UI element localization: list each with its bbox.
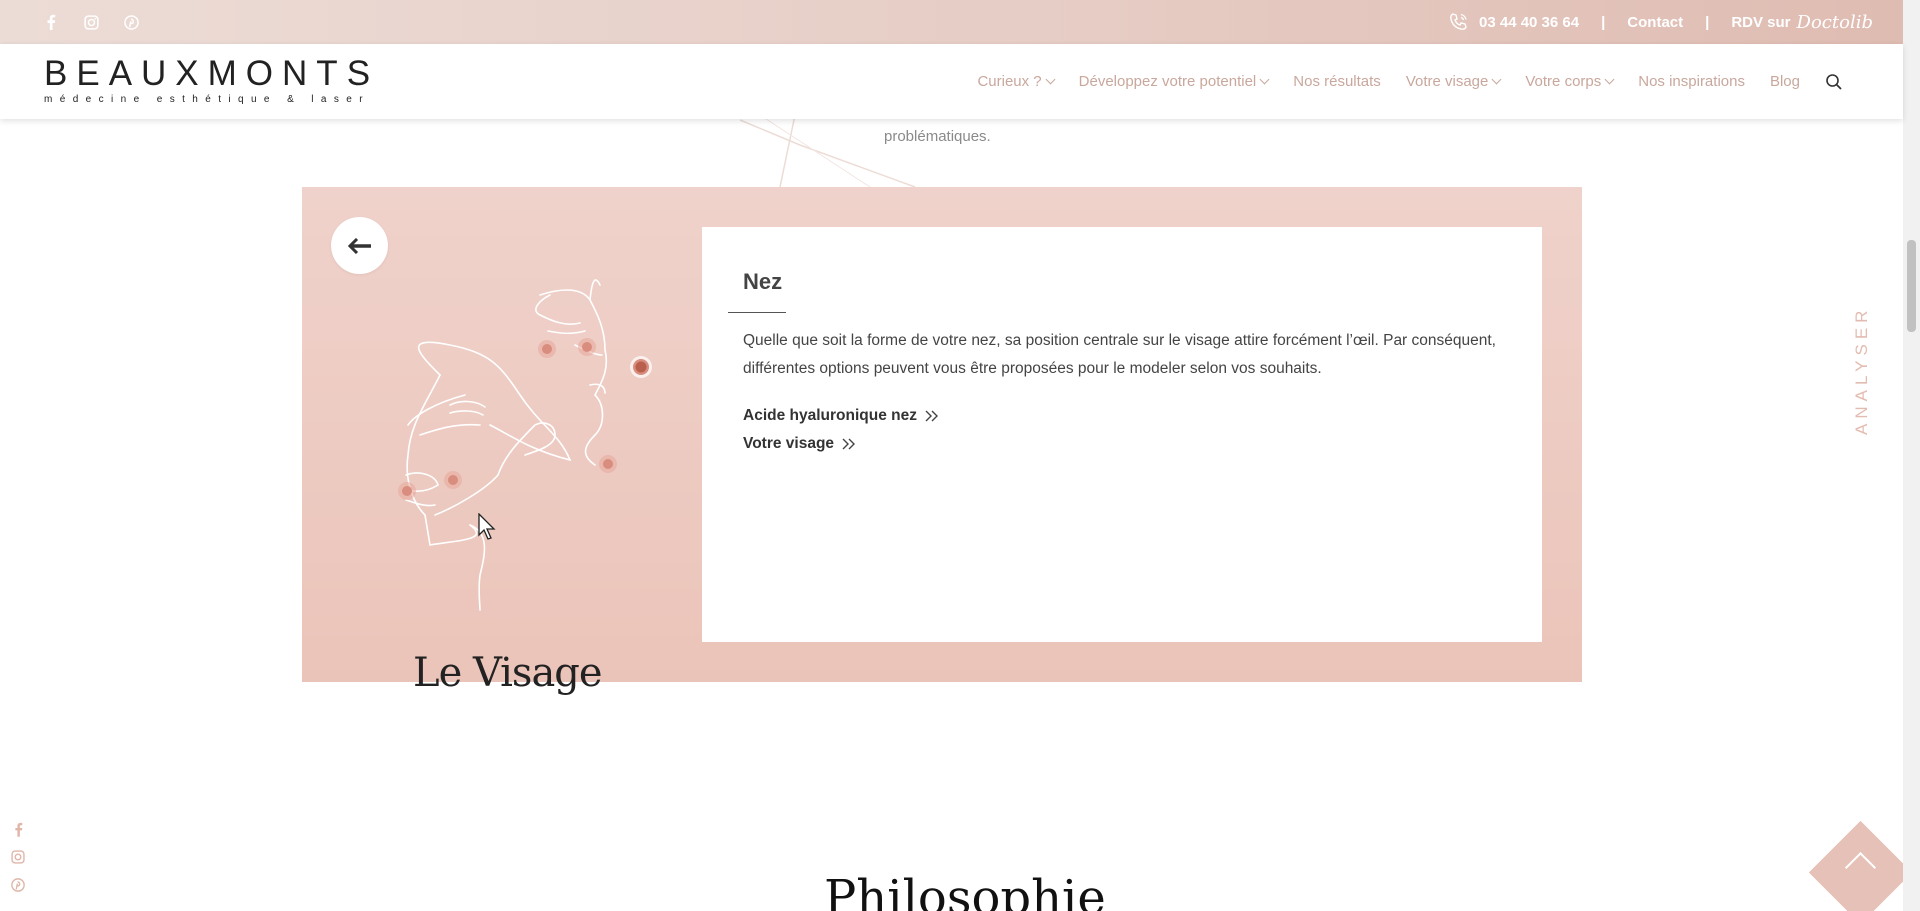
link-votre-visage[interactable]: Votre visage bbox=[743, 435, 856, 453]
logo-wordmark: BEAUXMONTS bbox=[44, 54, 380, 93]
nav-label: Votre visage bbox=[1405, 73, 1489, 90]
side-social-links bbox=[9, 820, 27, 894]
decorative-lines bbox=[740, 115, 916, 187]
contact-link[interactable]: Contact bbox=[1627, 14, 1683, 31]
phone-number: 03 44 40 36 64 bbox=[1479, 13, 1580, 31]
facebook-icon[interactable] bbox=[42, 13, 60, 31]
previous-section-text: problématiques. bbox=[884, 128, 991, 145]
nav-item-blog[interactable]: Blog bbox=[1770, 73, 1800, 90]
link-acide-hyaluronique[interactable]: Acide hyaluronique nez bbox=[743, 407, 939, 425]
face-illustration bbox=[398, 279, 652, 611]
main-nav: Curieux ? Développez votre potentiel Nos… bbox=[977, 44, 1843, 119]
logo-tagline: médecine esthétique & laser bbox=[44, 94, 370, 105]
treatment-card: Nez Quelle que soit la forme de votre ne… bbox=[702, 227, 1542, 642]
link-label: Acide hyaluronique nez bbox=[743, 407, 917, 424]
chevron-down-icon bbox=[1259, 74, 1270, 85]
phone-icon bbox=[1450, 13, 1467, 30]
site-logo[interactable]: BEAUXMONTS médecine esthétique & laser bbox=[44, 54, 380, 106]
separator: | bbox=[1705, 13, 1710, 31]
rdv-link[interactable]: RDV sur Doctolib bbox=[1731, 12, 1873, 33]
link-label: Votre visage bbox=[743, 435, 835, 452]
card-title: Nez bbox=[743, 269, 783, 294]
scroll-to-top-button[interactable] bbox=[1808, 820, 1913, 911]
page: 03 44 40 36 64 | Contact | RDV sur Docto… bbox=[0, 0, 1920, 911]
top-social-links bbox=[42, 13, 140, 31]
nav-label: Développez votre potentiel bbox=[1078, 73, 1257, 90]
top-bar: 03 44 40 36 64 | Contact | RDV sur Docto… bbox=[0, 0, 1903, 44]
section-title-philosophie: Philosophie bbox=[824, 870, 1106, 911]
title-underline bbox=[728, 312, 786, 313]
pinterest-icon[interactable] bbox=[9, 876, 27, 894]
top-bar-right: 03 44 40 36 64 | Contact | RDV sur Docto… bbox=[1449, 0, 1873, 44]
page-scrollbar[interactable] bbox=[1903, 0, 1920, 911]
nav-item-visage[interactable]: Votre visage bbox=[1405, 73, 1502, 90]
arrow-left-icon bbox=[347, 237, 371, 254]
rdv-label: RDV sur bbox=[1731, 13, 1791, 31]
chevron-down-icon bbox=[1604, 74, 1615, 85]
mouse-cursor bbox=[478, 513, 496, 540]
nav-label: Curieux ? bbox=[977, 73, 1042, 90]
phone-link[interactable]: 03 44 40 36 64 bbox=[1449, 12, 1579, 32]
analyser-side-label[interactable]: ANALYSER bbox=[1852, 303, 1876, 438]
chevron-up-icon bbox=[1844, 851, 1877, 884]
nav-item-curieux[interactable]: Curieux ? bbox=[977, 73, 1056, 90]
pinterest-icon[interactable] bbox=[122, 13, 140, 31]
facebook-icon[interactable] bbox=[9, 820, 27, 838]
doctolib-logo: Doctolib bbox=[1796, 11, 1873, 33]
nav-item-resultats[interactable]: Nos résultats bbox=[1293, 73, 1381, 90]
treatment-points bbox=[398, 338, 652, 500]
nav-item-developpez[interactable]: Développez votre potentiel bbox=[1078, 73, 1270, 90]
card-description: Quelle que soit la forme de votre nez, s… bbox=[743, 332, 1496, 377]
section-title-visage: Le Visage bbox=[413, 650, 603, 696]
double-chevron-right-icon bbox=[842, 438, 856, 450]
double-chevron-right-icon bbox=[925, 410, 938, 422]
back-button[interactable] bbox=[331, 217, 388, 274]
chevron-down-icon bbox=[1045, 74, 1056, 85]
separator: | bbox=[1601, 13, 1606, 31]
search-icon[interactable] bbox=[1825, 73, 1843, 91]
nav-label: Votre corps bbox=[1525, 73, 1602, 90]
scrollbar-thumb[interactable] bbox=[1907, 240, 1916, 332]
chevron-down-icon bbox=[1491, 74, 1502, 85]
main-header: BEAUXMONTS médecine esthétique & laser C… bbox=[0, 44, 1903, 119]
instagram-icon[interactable] bbox=[9, 848, 27, 866]
nav-item-corps[interactable]: Votre corps bbox=[1525, 73, 1615, 90]
nav-item-inspirations[interactable]: Nos inspirations bbox=[1638, 73, 1745, 90]
instagram-icon[interactable] bbox=[82, 13, 100, 31]
